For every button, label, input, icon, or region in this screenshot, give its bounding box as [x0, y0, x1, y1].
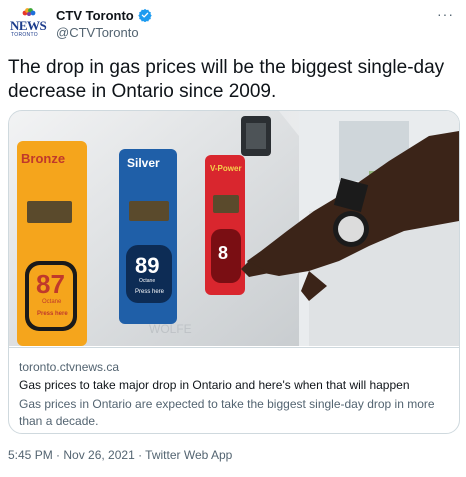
card-image[interactable]: Bronze 87 Octane Press here Silver 89 Oc…	[9, 111, 459, 346]
tweet-text: The drop in gas prices will be the bigge…	[8, 57, 445, 102]
display-name[interactable]: CTV Toronto	[56, 8, 134, 23]
card-description: Gas prices in Ontario are expected to ta…	[19, 397, 435, 428]
card-domain: toronto.ctvnews.ca	[19, 360, 120, 374]
card-title: Gas prices to take major drop in Ontario…	[19, 378, 410, 392]
silver-grade-label: Silver	[127, 156, 160, 170]
bronze-press-here: Press here	[37, 311, 68, 317]
name-row: CTV Toronto	[56, 6, 152, 24]
svg-text:WOLFE: WOLFE	[149, 322, 192, 336]
tweet-header: NEWS TORONTO CTV Toronto @CTVToronto ···	[8, 4, 458, 44]
silver-press-here: Press here	[135, 289, 165, 295]
peacock-logo-icon	[22, 8, 36, 16]
vpower-grade-label: V-Power	[210, 164, 242, 173]
bronze-octane-number: 87	[36, 269, 65, 299]
tweet-timestamp[interactable]: 5:45 PM · Nov 26, 2021 · Twitter Web App	[8, 448, 232, 462]
silver-octane-sub: Octane	[139, 278, 155, 284]
silver-octane-number: 89	[135, 253, 159, 278]
card-info[interactable]: toronto.ctvnews.ca Gas prices to take ma…	[9, 347, 459, 428]
link-card[interactable]: Bronze 87 Octane Press here Silver 89 Oc…	[8, 110, 460, 434]
more-options-icon[interactable]: ···	[437, 6, 454, 22]
vpower-octane-number: 8	[218, 243, 228, 263]
bronze-grade-label: Bronze	[21, 151, 65, 166]
user-handle[interactable]: @CTVToronto	[56, 25, 139, 40]
avatar-logo-subtext: TORONTO	[11, 32, 38, 38]
verified-badge-icon	[138, 8, 152, 22]
avatar[interactable]: NEWS TORONTO	[8, 4, 48, 44]
bronze-octane-sub: Octane	[42, 299, 62, 305]
